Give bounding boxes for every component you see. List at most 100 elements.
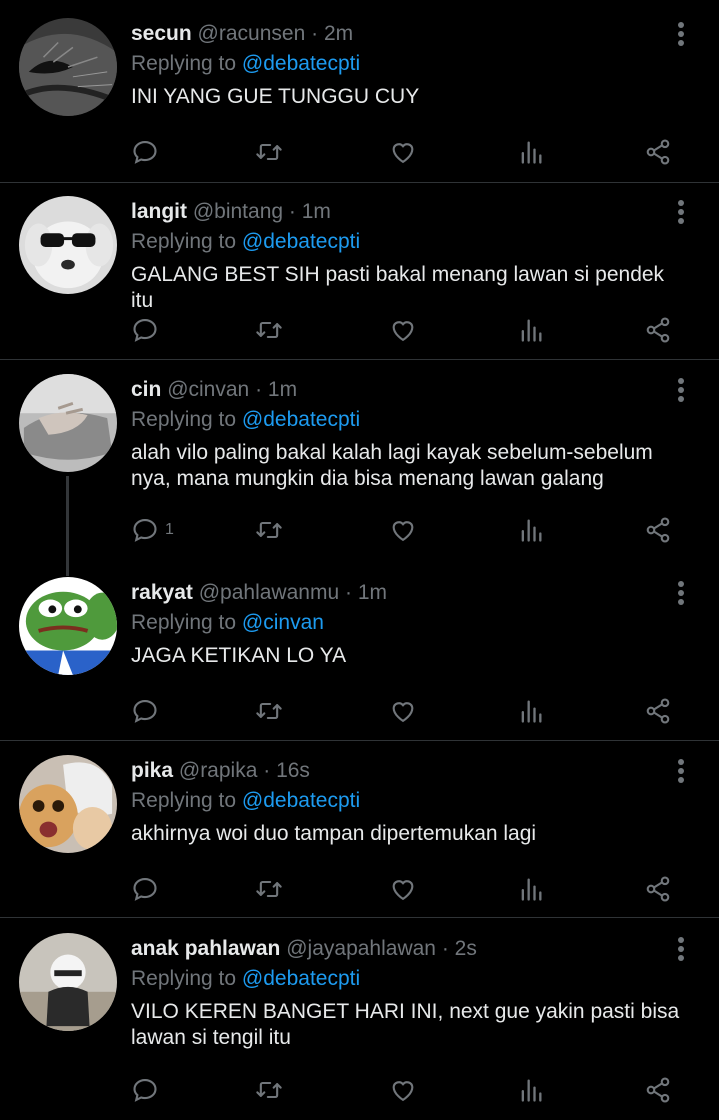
display-name[interactable]: langit (131, 200, 187, 223)
views-icon (521, 878, 542, 901)
share-icon (646, 139, 670, 165)
mention-link[interactable]: @debatecpti (242, 789, 360, 812)
retweet-button[interactable] (255, 1075, 283, 1105)
share-button[interactable] (644, 315, 672, 345)
like-icon (392, 880, 414, 901)
separator: · (344, 581, 352, 604)
avatar[interactable] (19, 18, 117, 116)
more-options-button[interactable] (677, 759, 685, 787)
timestamp[interactable]: 2s (455, 937, 477, 960)
more-options-button[interactable] (677, 937, 685, 965)
tweet-text: VILO KEREN BANGET HARI INI, next gue yak… (131, 1000, 680, 1049)
display-name[interactable]: cin (131, 378, 161, 401)
action-bar (131, 1075, 691, 1105)
tweet-text: akhirnya woi duo tampan dipertemukan lag… (131, 822, 537, 845)
share-icon (646, 876, 670, 902)
separator: · (255, 378, 263, 401)
tweet[interactable]: anak pahlawan @jayapahlawan · 2s Replyin… (0, 915, 719, 1120)
tweet[interactable]: secun @racunsen · 2m Replying to @debate… (0, 0, 719, 182)
reply-button[interactable] (131, 137, 165, 167)
share-button[interactable] (644, 515, 672, 545)
avatar[interactable] (19, 755, 117, 853)
views-icon (521, 519, 542, 542)
reply-button[interactable]: 1 (131, 515, 174, 545)
display-name[interactable]: anak pahlawan (131, 937, 280, 960)
tweet[interactable]: langit @bintang · 1m Replying to @debate… (0, 178, 719, 360)
timestamp[interactable]: 16s (276, 759, 310, 782)
display-name[interactable]: rakyat (131, 581, 193, 604)
handle[interactable]: @jayapahlawan (286, 937, 436, 960)
mention-link[interactable]: @cinvan (242, 611, 324, 634)
views-icon (521, 319, 542, 342)
share-button[interactable] (644, 696, 672, 726)
reply-count: 1 (165, 521, 174, 538)
handle[interactable]: @bintang (193, 200, 283, 223)
more-options-button[interactable] (677, 200, 685, 228)
tweet[interactable]: rakyat @pahlawanmu · 1m Replying to @cin… (0, 559, 719, 741)
retweet-button[interactable] (255, 696, 283, 726)
timestamp[interactable]: 2m (324, 22, 353, 45)
like-button[interactable] (389, 515, 417, 545)
retweet-icon (256, 1081, 282, 1099)
views-button[interactable] (517, 1075, 545, 1105)
retweet-icon (256, 521, 282, 539)
avatar[interactable] (19, 374, 117, 472)
separator: · (441, 937, 449, 960)
like-button[interactable] (389, 1075, 417, 1105)
avatar[interactable] (19, 577, 117, 675)
retweet-button[interactable] (255, 315, 283, 345)
display-name[interactable]: pika (131, 759, 173, 782)
like-icon (392, 143, 414, 164)
replying-to-line: Replying to @debatecpti (131, 406, 360, 434)
pepe-frog-avatar (19, 577, 117, 675)
handle[interactable]: @racunsen (198, 22, 306, 45)
retweet-button[interactable] (255, 515, 283, 545)
retweet-icon (256, 702, 282, 720)
like-button[interactable] (389, 137, 417, 167)
reply-button[interactable] (131, 696, 165, 726)
views-button[interactable] (517, 874, 545, 904)
mention-link[interactable]: @debatecpti (242, 408, 360, 431)
reply-button[interactable] (131, 874, 165, 904)
tweet-header: langit @bintang · 1m (131, 198, 331, 226)
share-button[interactable] (644, 874, 672, 904)
avatar[interactable] (19, 196, 117, 294)
views-button[interactable] (517, 315, 545, 345)
handle[interactable]: @rapika (179, 759, 258, 782)
reply-button[interactable] (131, 1075, 165, 1105)
handle[interactable]: @cinvan (167, 378, 249, 401)
display-name[interactable]: secun (131, 22, 192, 45)
like-button[interactable] (389, 874, 417, 904)
cat-and-cap-avatar (19, 755, 117, 853)
timestamp[interactable]: 1m (302, 200, 331, 223)
retweet-button[interactable] (255, 137, 283, 167)
mention-link[interactable]: @debatecpti (242, 52, 360, 75)
views-button[interactable] (517, 137, 545, 167)
tweet-header: anak pahlawan @jayapahlawan · 2s (131, 935, 477, 963)
timestamp[interactable]: 1m (358, 581, 387, 604)
mention-link[interactable]: @debatecpti (242, 230, 360, 253)
mention-link[interactable]: @debatecpti (242, 967, 360, 990)
share-button[interactable] (644, 137, 672, 167)
retweet-button[interactable] (255, 874, 283, 904)
tweet-text: INI YANG GUE TUNGGU CUY (131, 85, 420, 108)
more-options-button[interactable] (677, 22, 685, 50)
tweet[interactable]: pika @rapika · 16s Replying to @debatecp… (0, 737, 719, 919)
views-button[interactable] (517, 696, 545, 726)
helmet-figure-avatar (19, 933, 117, 1031)
retweet-icon (256, 321, 282, 339)
share-button[interactable] (644, 1075, 672, 1105)
views-button[interactable] (517, 515, 545, 545)
tweet-header: cin @cinvan · 1m (131, 376, 297, 404)
timestamp[interactable]: 1m (268, 378, 297, 401)
like-button[interactable] (389, 696, 417, 726)
tweet[interactable]: cin @cinvan · 1m Replying to @debatecpti… (0, 356, 719, 558)
like-button[interactable] (389, 315, 417, 345)
more-options-button[interactable] (677, 581, 685, 609)
more-options-button[interactable] (677, 378, 685, 406)
replying-to-line: Replying to @cinvan (131, 609, 324, 637)
reply-icon (133, 141, 157, 164)
handle[interactable]: @pahlawanmu (199, 581, 339, 604)
reply-button[interactable] (131, 315, 165, 345)
avatar[interactable] (19, 933, 117, 1031)
